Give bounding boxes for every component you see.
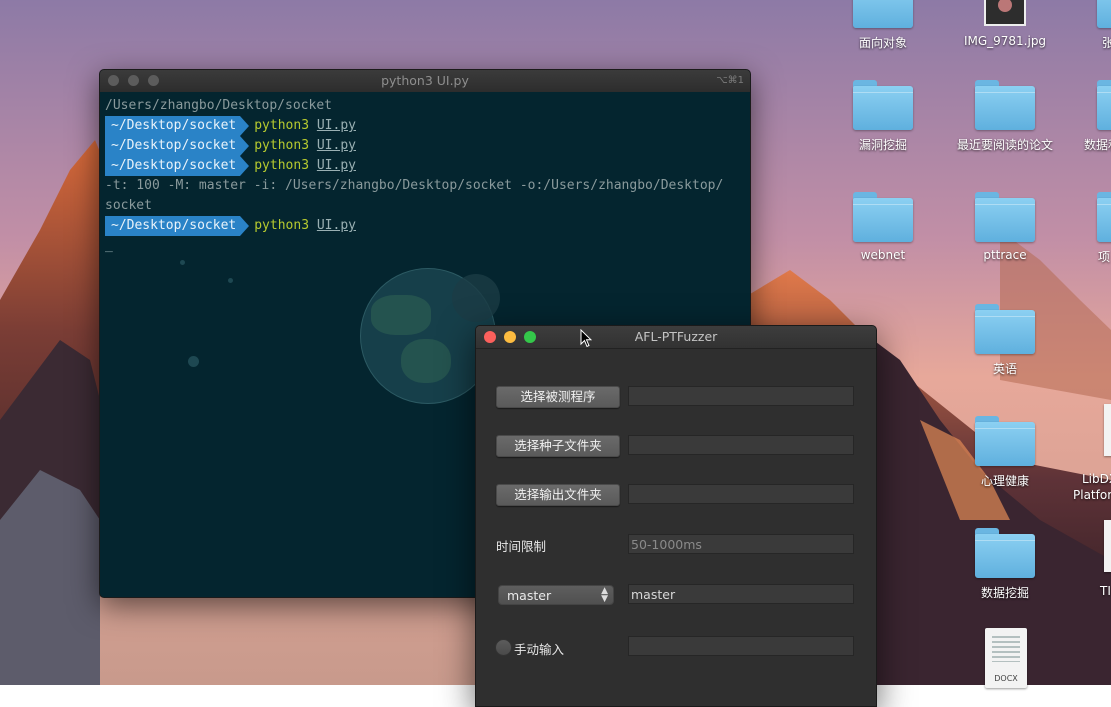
terminal-prompt-line: ~/Desktop/socket python3 UI.py bbox=[105, 116, 745, 136]
desktop-icon-label: 项 bbox=[1098, 250, 1111, 264]
manual-input-field[interactable] bbox=[628, 636, 854, 656]
time-limit-input[interactable]: 50-1000ms bbox=[628, 534, 854, 554]
updown-chevron-icon: ▲ ▼ bbox=[601, 586, 608, 604]
mouse-pointer-icon bbox=[580, 329, 592, 348]
desktop-icon-label: 英语 bbox=[992, 362, 1017, 376]
folder-icon bbox=[853, 78, 913, 130]
desktop-icon-label: 张 bbox=[1102, 36, 1111, 50]
manual-input-radio[interactable] bbox=[495, 639, 512, 656]
seed-folder-field[interactable] bbox=[628, 435, 854, 455]
desktop-icon-label: 最近要阅读的论文 bbox=[956, 138, 1053, 152]
mode-name-input[interactable]: master bbox=[628, 584, 854, 604]
zoom-button[interactable] bbox=[524, 331, 536, 343]
prompt-directory: ~/Desktop/socket bbox=[105, 156, 250, 176]
terminal-prompt-line: ~/Desktop/socket python3 UI.py bbox=[105, 216, 745, 236]
terminal-line: /Users/zhangbo/Desktop/socket bbox=[105, 98, 332, 113]
desktop-docx-file[interactable]: DOCX bbox=[985, 628, 1027, 688]
close-button[interactable] bbox=[484, 331, 496, 343]
folder-icon bbox=[1097, 190, 1111, 242]
terminal-title: python3 UI.py bbox=[381, 73, 469, 88]
document-lines-icon bbox=[992, 636, 1020, 662]
desktop-icon-label: pttrace bbox=[983, 248, 1027, 262]
time-limit-label: 时间限制 bbox=[496, 539, 547, 554]
minimize-button[interactable] bbox=[504, 331, 516, 343]
terminal-prompt-line: ~/Desktop/socket python3 UI.py bbox=[105, 156, 745, 176]
minimize-button[interactable] bbox=[128, 75, 139, 86]
folder-icon bbox=[853, 190, 913, 242]
desktop-icon-label: 数据和 bbox=[1084, 138, 1111, 152]
document-icon bbox=[1104, 404, 1111, 456]
terminal-cursor-line: _ bbox=[105, 236, 745, 256]
folder-icon bbox=[975, 78, 1035, 130]
decor-dot bbox=[228, 278, 233, 283]
folder-icon bbox=[853, 0, 913, 28]
afl-ptfuzzer-window[interactable]: AFL-PTFuzzer 选择被测程序 选择种子文件夹 选择输出文件夹 时间限制… bbox=[475, 325, 877, 707]
terminal-body[interactable]: /Users/zhangbo/Desktop/socket ~/Desktop/… bbox=[100, 92, 750, 404]
folder-icon bbox=[1097, 0, 1111, 28]
terminal-output-line: -t: 100 -M: master -i: /Users/zhangbo/De… bbox=[105, 178, 724, 193]
select-seed-folder-button[interactable]: 选择种子文件夹 bbox=[496, 435, 620, 457]
prompt-directory: ~/Desktop/socket bbox=[105, 136, 250, 156]
mode-select-value: master bbox=[507, 588, 552, 603]
close-button[interactable] bbox=[108, 75, 119, 86]
select-program-button[interactable]: 选择被测程序 bbox=[496, 386, 620, 408]
desktop-icon-label: TI bbox=[1100, 584, 1111, 598]
document-icon bbox=[1104, 520, 1111, 572]
desktop-icon-label: Platfor bbox=[1073, 488, 1111, 502]
afl-window-title: AFL-PTFuzzer bbox=[634, 329, 718, 344]
terminal-output-line: socket bbox=[105, 198, 152, 213]
folder-icon bbox=[1097, 78, 1111, 130]
image-thumbnail-icon bbox=[984, 0, 1026, 26]
folder-icon bbox=[975, 526, 1035, 578]
terminal-prompt-line: ~/Desktop/socket python3 UI.py bbox=[105, 136, 745, 156]
manual-input-label: 手动输入 bbox=[514, 642, 565, 657]
folder-icon bbox=[975, 302, 1035, 354]
mode-select[interactable]: master ▲ ▼ bbox=[498, 585, 614, 605]
terminal-titlebar[interactable]: python3 UI.py ⌥⌘1 bbox=[100, 70, 750, 92]
afl-titlebar[interactable]: AFL-PTFuzzer bbox=[476, 326, 876, 349]
zoom-button[interactable] bbox=[148, 75, 159, 86]
prompt-directory: ~/Desktop/socket bbox=[105, 116, 250, 136]
desktop-icon-label: 数据挖掘 bbox=[980, 586, 1029, 600]
prompt-directory: ~/Desktop/socket bbox=[105, 216, 250, 236]
desktop-icon-label: LibDX bbox=[1082, 472, 1111, 486]
folder-icon bbox=[975, 190, 1035, 242]
program-path-field[interactable] bbox=[628, 386, 854, 406]
select-output-folder-button[interactable]: 选择输出文件夹 bbox=[496, 484, 620, 506]
decor-dot bbox=[188, 356, 199, 367]
desktop-icon-label: 心理健康 bbox=[980, 474, 1029, 488]
folder-icon bbox=[975, 414, 1035, 466]
text-cursor: _ bbox=[105, 238, 113, 253]
desktop-icon-label: webnet bbox=[860, 248, 906, 262]
output-folder-field[interactable] bbox=[628, 484, 854, 504]
file-type-label: DOCX bbox=[994, 674, 1018, 683]
desktop-icon-label: 漏洞挖掘 bbox=[858, 138, 907, 152]
desktop-icon-label: IMG_9781.jpg bbox=[963, 34, 1047, 48]
terminal-shortcut: ⌥⌘1 bbox=[716, 75, 744, 86]
globe-shadow bbox=[452, 274, 500, 322]
desktop-icon-label: 面向对象 bbox=[858, 36, 907, 50]
decor-dot bbox=[180, 260, 185, 265]
